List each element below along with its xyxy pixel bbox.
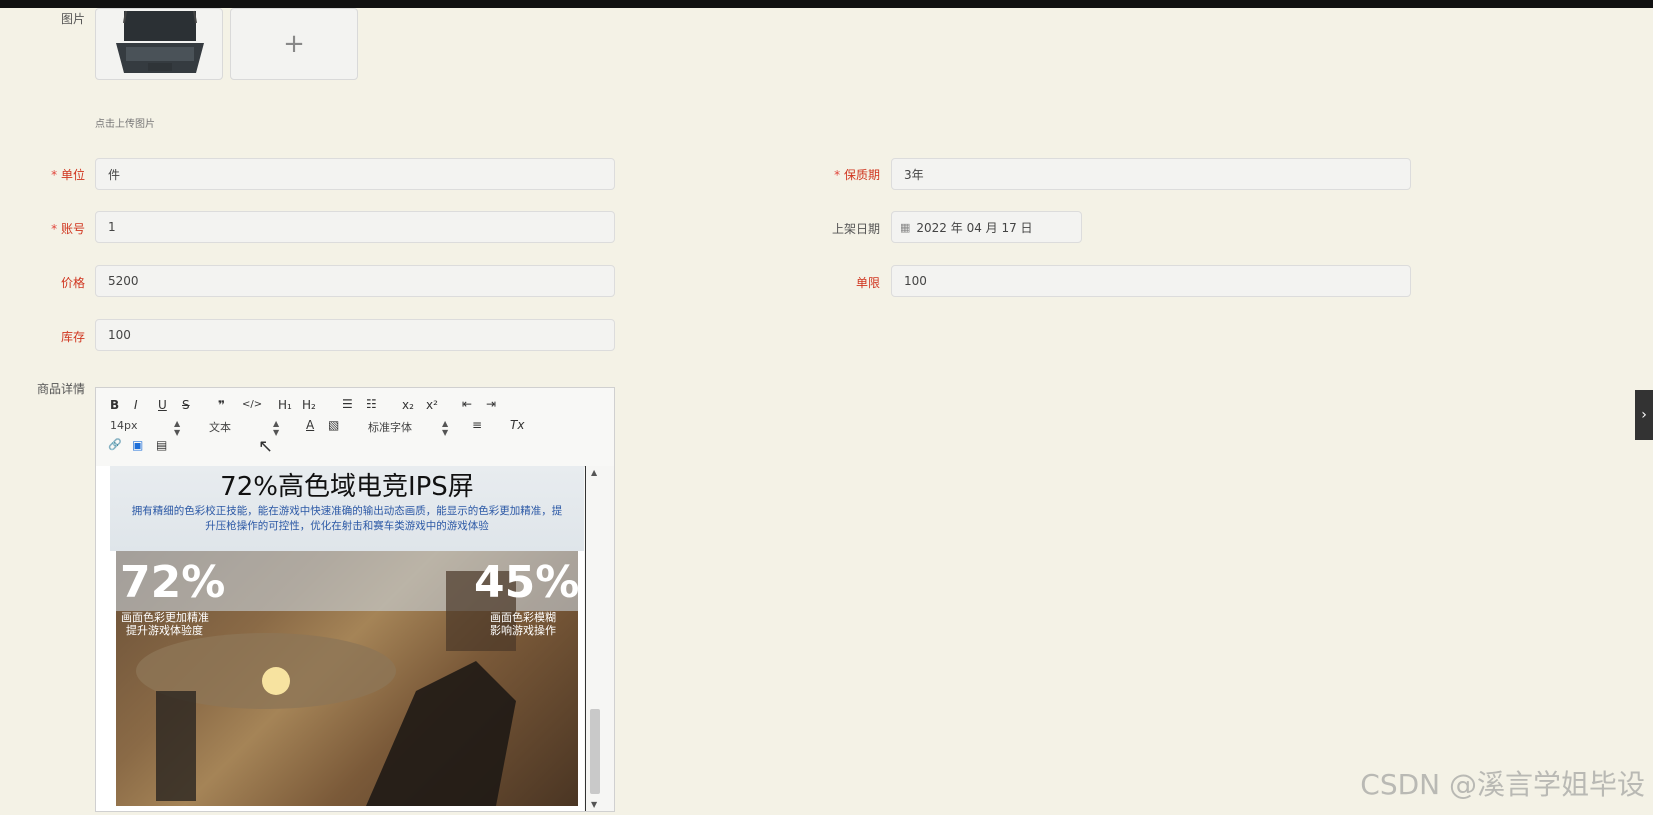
scroll-up-icon[interactable]: ▲ (591, 468, 597, 477)
right-caption-2: 影响游戏操作 (490, 624, 556, 637)
superscript-button[interactable]: x² (426, 398, 438, 412)
stock-input[interactable]: 100 (95, 319, 615, 351)
background-color-icon[interactable]: ▧ (328, 418, 339, 432)
side-panel-toggle[interactable]: › (1635, 390, 1653, 440)
font-size-value: 14px (110, 419, 138, 432)
left-caption-1: 画面色彩更加精准 (121, 611, 209, 624)
game-screenshot-image: 72% 画面色彩更加精准 提升游戏体验度 45% 画面色彩模糊 影响游戏操作 (116, 551, 578, 806)
uploaded-image-thumbnail[interactable] (95, 8, 223, 80)
italic-button[interactable]: I (134, 398, 138, 412)
editor-content[interactable]: 72%高色域电竞IPS屏 拥有精细的色彩校正技能，能在游戏中快速准确的输出动态画… (96, 466, 584, 811)
underline-button[interactable]: U (158, 398, 167, 412)
add-image-button[interactable]: + (230, 8, 358, 80)
block-type-select[interactable]: 文本 ▲ ▼ (209, 419, 289, 437)
unit-label: 单位 (40, 166, 85, 183)
stock-label: 库存 (60, 330, 85, 344)
link-icon[interactable]: 🔗 (108, 438, 122, 451)
mouse-cursor-icon: ↖ (258, 436, 274, 457)
indent-icon[interactable]: ⇥ (486, 397, 496, 411)
select-arrows-icon: ▲ ▼ (273, 419, 280, 437)
right-caption-1: 画面色彩模糊 (490, 611, 556, 624)
select-arrows-icon: ▲ ▼ (442, 419, 449, 437)
video-icon[interactable]: ▤ (156, 438, 167, 452)
editor-toolbar: B I U S ❞ </> H₁ H₂ ☰ ☷ x₂ x² ⇤ ⇥ 14px ▲… (96, 388, 614, 467)
unit-input[interactable]: 件 (95, 158, 615, 190)
laptop-image (116, 10, 204, 73)
editor-scrollbar[interactable]: ▲ ▼ (585, 466, 614, 811)
details-label: 商品详情 (36, 382, 85, 396)
price-label: 价格 (60, 276, 85, 290)
code-icon[interactable]: </> (242, 399, 262, 410)
price-input[interactable]: 5200 (95, 265, 615, 297)
strike-button[interactable]: S (182, 398, 190, 412)
subscript-button[interactable]: x₂ (402, 398, 414, 412)
plus-icon: + (283, 29, 305, 59)
h1-button[interactable]: H₁ (278, 398, 292, 412)
scroll-down-icon[interactable]: ▼ (591, 800, 597, 809)
chevron-right-icon: › (1641, 407, 1647, 423)
top-bar (0, 0, 1653, 8)
image-label: 图片 (60, 12, 85, 26)
align-icon[interactable]: ≡ (472, 418, 482, 432)
font-family-select[interactable]: 标准字体 ▲ ▼ (368, 419, 458, 437)
quote-icon[interactable]: ❞ (218, 398, 225, 412)
select-arrows-icon: ▲ ▼ (174, 419, 181, 437)
clear-format-icon[interactable]: Tx (510, 418, 524, 432)
listing-date-label: 上架日期 (831, 222, 880, 236)
rich-text-editor[interactable]: B I U S ❞ </> H₁ H₂ ☰ ☷ x₂ x² ⇤ ⇥ 14px ▲… (95, 387, 615, 812)
limit-label: 单限 (855, 276, 880, 290)
h2-button[interactable]: H₂ (302, 398, 316, 412)
banner-description: 拥有精细的色彩校正技能，能在游戏中快速准确的输出动态画质，能显示的色彩更加精准，… (131, 505, 563, 532)
right-percentage: 45% (474, 557, 578, 608)
font-size-select[interactable]: 14px ▲ ▼ (110, 419, 190, 437)
banner-title: 72%高色域电竞IPS屏 (220, 472, 474, 502)
left-caption-2: 提升游戏体验度 (126, 624, 203, 637)
shelf-life-label: 保质期 (820, 166, 880, 183)
shelf-life-input[interactable]: 3年 (891, 158, 1411, 190)
bold-button[interactable]: B (110, 398, 119, 412)
watermark: CSDN @溪言学姐毕设 (1360, 768, 1645, 801)
ordered-list-icon[interactable]: ☰ (342, 397, 353, 411)
listing-date-value: 2022 年 04 月 17 日 (916, 220, 1033, 235)
bullet-list-icon[interactable]: ☷ (366, 397, 377, 411)
font-color-icon[interactable]: A (306, 418, 314, 432)
account-input[interactable]: 1 (95, 211, 615, 243)
left-percentage: 72% (120, 557, 226, 608)
product-banner: 72%高色域电竞IPS屏 拥有精细的色彩校正技能，能在游戏中快速准确的输出动态画… (110, 466, 584, 551)
block-type-value: 文本 (209, 421, 231, 434)
account-label: 账号 (40, 220, 85, 237)
font-family-value: 标准字体 (368, 421, 412, 434)
scrollbar-thumb[interactable] (590, 709, 600, 794)
calendar-icon: ▦ (900, 220, 911, 234)
limit-input[interactable]: 100 (891, 265, 1411, 297)
image-icon[interactable]: ▣ (132, 438, 143, 452)
outdent-icon[interactable]: ⇤ (462, 397, 472, 411)
listing-date-picker[interactable]: ▦ 2022 年 04 月 17 日 (891, 211, 1082, 243)
upload-hint: 点击上传图片 (95, 119, 155, 130)
